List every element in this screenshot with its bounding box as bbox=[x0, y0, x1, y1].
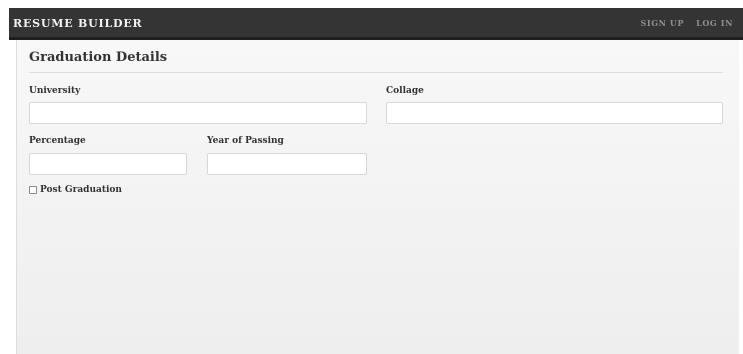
university-label: University bbox=[29, 86, 81, 96]
collage-input[interactable] bbox=[386, 102, 723, 124]
brand-logo-text[interactable]: RESUME BUILDER bbox=[13, 17, 143, 30]
percentage-input[interactable] bbox=[29, 153, 187, 175]
collage-label: Collage bbox=[386, 86, 424, 96]
post-graduation-checkbox-row[interactable]: Post Graduation bbox=[29, 185, 122, 195]
navbar: RESUME BUILDER SIGN UP LOG IN bbox=[9, 8, 743, 40]
university-input[interactable] bbox=[29, 102, 367, 124]
nav-links: SIGN UP LOG IN bbox=[640, 18, 733, 28]
log-in-link[interactable]: LOG IN bbox=[696, 18, 733, 28]
year-of-passing-label: Year of Passing bbox=[207, 136, 284, 146]
post-graduation-checkbox[interactable] bbox=[29, 186, 37, 194]
sign-up-link[interactable]: SIGN UP bbox=[640, 18, 684, 28]
graduation-details-panel: Graduation Details University Collage Pe… bbox=[16, 40, 739, 354]
percentage-label: Percentage bbox=[29, 136, 86, 146]
section-divider bbox=[29, 72, 723, 73]
year-of-passing-input[interactable] bbox=[207, 153, 367, 175]
section-title: Graduation Details bbox=[29, 50, 168, 65]
post-graduation-label[interactable]: Post Graduation bbox=[40, 185, 122, 195]
page: RESUME BUILDER SIGN UP LOG IN Graduation… bbox=[0, 0, 743, 354]
